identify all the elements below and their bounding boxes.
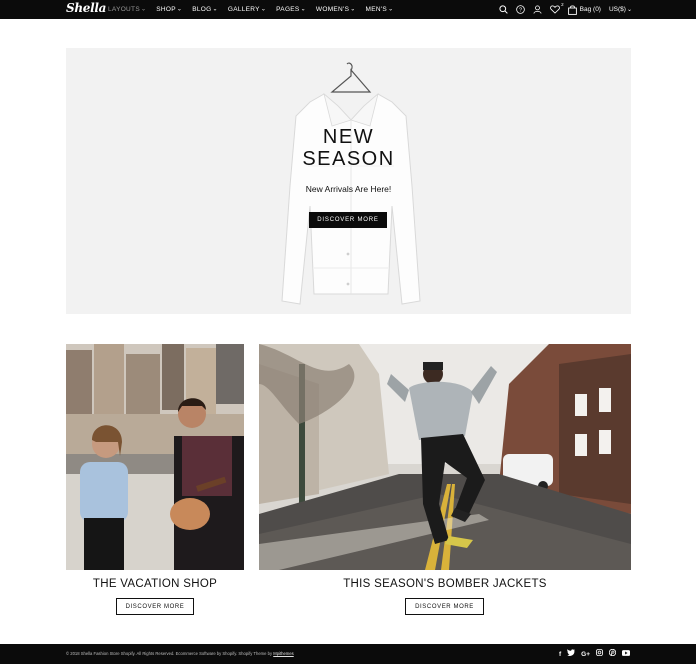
bomber-discover-button[interactable]: DISCOVER MORE: [405, 598, 484, 615]
chevron-down-icon: ⌄: [212, 6, 218, 13]
chevron-down-icon: ⌄: [176, 6, 183, 13]
heart-icon: [549, 5, 560, 14]
vacation-discover-button[interactable]: DISCOVER MORE: [116, 598, 194, 615]
search-icon[interactable]: [499, 5, 508, 14]
user-icon[interactable]: [533, 5, 542, 14]
top-navigation-bar: Shella LAYOUTS ⌄ SHOP ⌄ BLOG ⌄ GALLERY ⌄ PAG…: [0, 0, 696, 19]
wishlist-count: 2: [561, 2, 564, 7]
chevron-down-icon: ⌄: [300, 6, 306, 13]
vacation-shop-title: THE VACATION SHOP: [92, 578, 218, 590]
twitter-icon[interactable]: [567, 649, 576, 660]
bomber-jackets-title: THIS SEASON'S BOMBER JACKETS: [343, 578, 547, 590]
header-tools: ? 2 Bag (0) US($) ⌄: [499, 0, 632, 19]
chevron-down-icon: ⌄: [388, 6, 394, 13]
footer-bar: © 2018 Shella Fashion Store Shopify. All…: [0, 644, 696, 664]
instagram-icon[interactable]: [596, 649, 603, 660]
copyright-text: © 2018 Shella Fashion Store Shopify. All…: [66, 651, 294, 656]
hero-discover-button[interactable]: DISCOVER MORE: [309, 212, 387, 228]
credit-link[interactable]: Mpithemes: [273, 651, 293, 656]
youtube-icon[interactable]: [622, 649, 630, 660]
bag-button[interactable]: Bag (0): [567, 5, 601, 15]
nav-item-gallery[interactable]: GALLERY ⌄: [228, 6, 266, 13]
hero-subtitle: New Arrivals Are Here!: [305, 184, 392, 194]
nav-item-pages[interactable]: PAGES ⌄: [276, 6, 306, 13]
bag-label: Bag (0): [579, 6, 601, 13]
main-nav: LAYOUTS ⌄ SHOP ⌄ BLOG ⌄ GALLERY ⌄ PAGES ⌄ WOM…: [108, 0, 393, 19]
bomber-jackets-image[interactable]: [259, 344, 631, 570]
chevron-down-icon: ⌄: [260, 6, 267, 13]
facebook-icon[interactable]: f: [559, 650, 561, 660]
nav-item-womens[interactable]: WOMEN'S ⌄: [316, 6, 356, 13]
chevron-down-icon: ⌄: [626, 7, 632, 13]
nav-item-layouts[interactable]: LAYOUTS ⌄: [108, 6, 146, 13]
currency-selector[interactable]: US($) ⌄: [609, 6, 632, 13]
wishlist-button[interactable]: 2: [549, 2, 564, 14]
bag-icon: [567, 5, 577, 15]
hero-title: NEW SEASON: [302, 126, 395, 170]
social-links: f G+: [559, 648, 630, 660]
help-icon[interactable]: ?: [515, 5, 525, 14]
site-logo[interactable]: Shella: [66, 1, 106, 15]
vacation-shop-image[interactable]: [66, 344, 244, 570]
nav-item-blog[interactable]: BLOG ⌄: [192, 6, 218, 13]
google-plus-icon[interactable]: G+: [581, 650, 590, 660]
chevron-down-icon: ⌄: [350, 6, 356, 13]
chevron-down-icon: ⌄: [140, 6, 147, 13]
hero-banner: NEW SEASON New Arrivals Are Here! DISCOV…: [66, 48, 631, 314]
nav-item-mens[interactable]: MEN'S ⌄: [366, 6, 394, 13]
nav-item-shop[interactable]: SHOP ⌄: [156, 6, 182, 13]
pinterest-icon[interactable]: [608, 648, 617, 660]
svg-text:?: ?: [519, 8, 522, 14]
